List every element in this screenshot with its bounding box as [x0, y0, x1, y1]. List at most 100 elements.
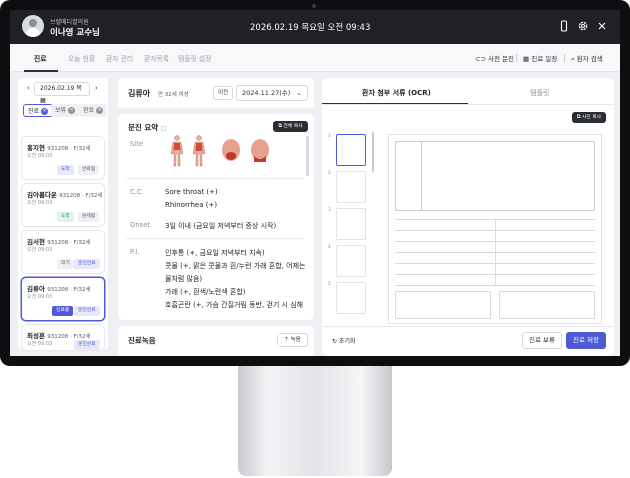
phone-icon[interactable]: [558, 20, 570, 32]
visit-date-select[interactable]: 2024.11.27(수) ⌄: [236, 85, 308, 101]
page-thumbnail[interactable]: [336, 171, 366, 203]
ocr-panel: 환자 첨부 서류 (OCR) 템플릿 ⧉ 사진 복사 1 2 3 4 5 ↻ 초…: [322, 78, 614, 356]
patient-card-selected[interactable]: 김류아 931208 · F/32세 오전 09:03 진료중 문진완료: [22, 278, 104, 320]
questionnaire-summary: 문진 요약 ▢ ⧉ 전체 복사 Site C.C. Sore throat (+…: [118, 114, 314, 320]
gear-icon[interactable]: [577, 20, 589, 32]
patient-card[interactable]: 최성훈 931208 · F/32세 오전 09:03 문진완료: [22, 325, 104, 350]
status-badge: 도착: [57, 165, 74, 175]
patient-search-link[interactable]: ⌕ 환자 검색: [571, 53, 603, 64]
tab-patient-list[interactable]: 환자목록: [144, 53, 169, 63]
page-number: 3: [328, 208, 331, 213]
status-badge: 문진완료: [74, 306, 100, 316]
cc-line: Rhinorrhea (+): [165, 201, 218, 209]
pi-label: P.I.: [130, 248, 140, 256]
tab-patient-manage[interactable]: 환자 관리: [106, 53, 133, 63]
page-number: 4: [328, 245, 331, 250]
patient-header: 김류아 만 32세 여성 이전 2024.11.27(수) ⌄: [118, 78, 314, 108]
document-icon: ▢: [160, 125, 167, 132]
tab-template-settings[interactable]: 템플릿 설정: [178, 53, 211, 63]
link-icon: ⊂⊃: [475, 55, 488, 63]
prev-visit-button[interactable]: 이전: [213, 86, 233, 100]
filter-hold[interactable]: 보류 ×: [51, 104, 80, 117]
cc-label: C.C.: [130, 188, 144, 196]
patient-info: 만 32세 여성: [158, 92, 189, 98]
status-badge: 문제됨: [78, 212, 100, 222]
filter-done[interactable]: 완료 ×: [79, 104, 108, 117]
patient-list-panel: ‹ 2026.02.19 목 ▦ › 진료 × 보류 × 완료 × 홍지현 93120…: [18, 78, 108, 350]
tab-ocr[interactable]: 환자 첨부 서류 (OCR): [362, 88, 431, 98]
top-bar: 브렐메디컬의원 이나영 교수님 2026.02.19 목요일 오전 09:43: [10, 10, 620, 44]
calendar-icon: ▦: [523, 55, 532, 63]
status-badge: 문진완료: [74, 340, 100, 350]
patient-name: 김류아 931208 · F/32세: [27, 285, 91, 293]
patient-card[interactable]: 김서현 931208 · F/32세 오전 09:03 대기 문진완료: [22, 231, 104, 273]
calendar-icon: ▦: [40, 97, 46, 104]
body-site-figures: [170, 135, 269, 167]
patient-card[interactable]: 김아름다운 931208 · F/32세 오전 09:03 도착 문제됨: [22, 184, 104, 226]
page-thumbnail[interactable]: [336, 245, 366, 277]
divider: [126, 178, 304, 179]
patient-name: 김서현 931208 · F/32세: [27, 238, 91, 246]
document-box: [395, 291, 491, 319]
next-date-arrow[interactable]: ›: [95, 84, 98, 92]
save-consult-button[interactable]: 진료 저장: [566, 332, 606, 349]
pi-line: 콧물 (+, 맑은 콧물과 흰/누런 가래 혼합, 어제는: [165, 262, 306, 270]
thumb-scrollbar[interactable]: [372, 132, 374, 172]
divider: [516, 54, 517, 62]
monitor: 브렐메디컬의원 이나영 교수님 2026.02.19 목요일 오전 09:43 …: [0, 0, 630, 366]
page-number: 1: [328, 134, 331, 139]
reset-button[interactable]: ↻ 초기화: [332, 336, 356, 345]
site-label: Site: [130, 140, 144, 148]
camera-dot: [312, 4, 316, 8]
patient-card[interactable]: 홍지현 931208 · F/32세 오전 09:03 도착 완료됨: [22, 137, 104, 179]
patient-time: 오전 09:03: [27, 153, 53, 159]
tab-template[interactable]: 템플릿: [530, 88, 549, 98]
patient-name: 최성훈 931208 · F/32세: [27, 332, 91, 340]
filter-consult[interactable]: 진료 ×: [23, 104, 54, 117]
onset-value: 3일 이내 (금요일 저녁부터 증상 시작): [165, 222, 277, 230]
document-line: [395, 285, 595, 286]
pre-questionnaire-link[interactable]: ⊂⊃ 사전 문진: [475, 53, 514, 63]
document-stamp-box: [395, 141, 595, 211]
patient-name: 김류아: [128, 89, 151, 98]
record-button[interactable]: ⇡ 녹음: [277, 333, 308, 347]
cc-line: Sore throat (+): [165, 188, 218, 196]
tab-consult[interactable]: 진료: [34, 53, 47, 63]
status-badge: 완료됨: [78, 165, 100, 175]
document-line: [421, 141, 422, 211]
document-box: [499, 291, 595, 319]
patient-time: 오전 09:03: [27, 247, 53, 253]
page-number: 5: [328, 282, 331, 287]
status-badge: 대기: [57, 259, 74, 269]
page-thumbnail[interactable]: [336, 208, 366, 240]
avatar[interactable]: [22, 15, 44, 37]
status-badge: 도착: [57, 212, 74, 222]
recording-title: 진료녹음: [128, 336, 156, 345]
refresh-icon: ↻: [332, 338, 339, 345]
main-nav: 진료 오늘 현황 환자 관리 환자목록 템플릿 설정 ⊂⊃ 사전 문진 ▦ 진료…: [10, 44, 620, 72]
close-icon[interactable]: [596, 20, 608, 32]
page-number: 2: [328, 171, 331, 176]
section-title: 문진 요약 ▢: [128, 123, 167, 132]
hold-consult-button[interactable]: 진료 보류: [522, 332, 562, 349]
copy-photo-button[interactable]: ⧉ 사진 복사: [572, 112, 606, 123]
tab-today[interactable]: 오늘 현황: [68, 53, 95, 63]
divider: [322, 326, 614, 327]
page-thumbnail[interactable]: [336, 282, 366, 314]
date-picker[interactable]: 2026.02.19 목 ▦: [34, 82, 90, 104]
prev-date-arrow[interactable]: ‹: [27, 84, 30, 92]
scrollbar[interactable]: [306, 136, 309, 176]
patient-time: 오전 09:03: [27, 294, 53, 300]
status-badge: 진료중: [52, 306, 74, 316]
recording-panel: 진료녹음 ⇡ 녹음: [118, 326, 314, 356]
pi-line: 호흡곤란 (+, 가슴 간질거림 동반, 걷기 시 심해: [165, 301, 304, 309]
document-preview: [388, 134, 602, 324]
copy-all-button[interactable]: ⧉ 전체 복사: [273, 121, 308, 132]
doctor-name: 이나영 교수님: [50, 28, 100, 38]
page-thumbnail[interactable]: [336, 134, 366, 166]
schedule-link[interactable]: ▦ 진료 일정: [523, 53, 557, 63]
patient-time: 오전 09:03: [27, 200, 53, 206]
app-screen: 브렐메디컬의원 이나영 교수님 2026.02.19 목요일 오전 09:43 …: [10, 10, 620, 356]
divider: [126, 238, 304, 239]
divider: [322, 104, 614, 105]
